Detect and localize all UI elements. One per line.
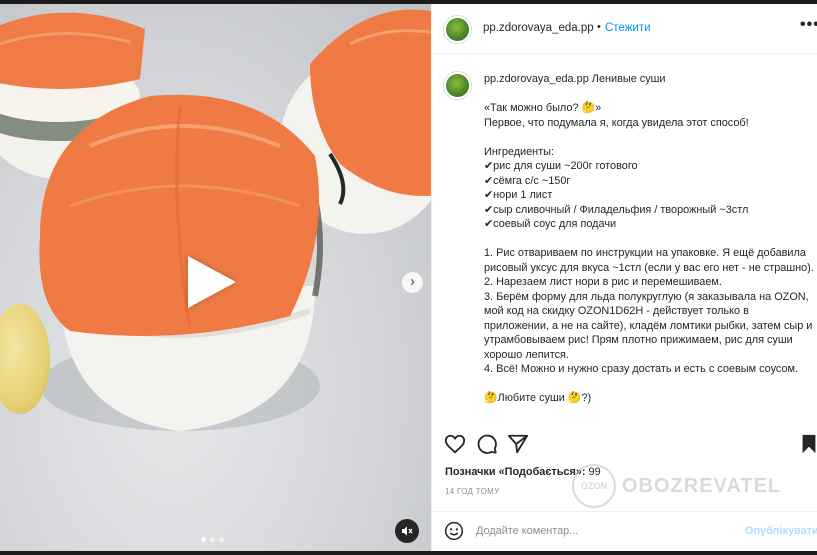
caption-line: Первое, что подумала я, когда увидела эт…	[484, 117, 749, 129]
caption-line: ✔нори 1 лист	[484, 189, 553, 201]
emoji-icon[interactable]	[444, 521, 464, 541]
header-username[interactable]: pp.zdorovaya_eda.pp	[483, 22, 594, 34]
watermark-text: OBOZREVATEL	[622, 474, 782, 497]
caption-line: рисовый уксус для вкуса ~1стл (если у ва…	[484, 262, 814, 274]
mute-icon[interactable]	[395, 519, 419, 543]
caption-line: 1. Рис отвариваем по инструкции на упако…	[484, 247, 806, 259]
caption-line: 4. Всё! Можно и нужно сразу достать и ес…	[484, 363, 799, 375]
caption-line: хорошо лепится.	[484, 349, 569, 361]
caption-line: ✔рис для суши ~200г готового	[484, 160, 638, 172]
caption-title: Ленивые суши	[591, 73, 666, 85]
caption-header: pp.zdorovaya_eda.pp Ленивые суши	[484, 72, 666, 86]
carousel-dots	[201, 537, 224, 542]
caption-line: 🤔Любите суши 🤔?)	[484, 392, 592, 404]
carousel-dot	[201, 537, 206, 542]
comment-input[interactable]: Додайте коментар...	[476, 525, 578, 537]
caption-line: ✔сыр сливочный / Филадельфия / творожный…	[484, 204, 749, 216]
post-comment-button[interactable]: Опублікувати	[745, 525, 817, 537]
caption-line: приложении, а не на сайте), кладём ломти…	[484, 320, 813, 332]
carousel-dot	[219, 537, 224, 542]
caption-line: утрамбовываем рис! Прям плотно прижимаем…	[484, 334, 793, 346]
avatar[interactable]	[444, 72, 471, 99]
watermark: OZON OBOZREVATEL	[572, 464, 781, 508]
bookmark-icon[interactable]	[798, 433, 817, 455]
caption-line: ✔сёмга с/с ~150г	[484, 175, 571, 187]
follow-button[interactable]: Стежити	[605, 22, 651, 34]
comment-icon[interactable]	[476, 433, 498, 455]
watermark-logo: OZON	[572, 464, 616, 508]
action-bar	[432, 430, 817, 460]
caption-line: 3. Берём форму для льда полукруглую (я з…	[484, 291, 809, 303]
caption-line: «Так можно было? 🤔»	[484, 102, 602, 114]
heart-icon[interactable]	[444, 433, 466, 455]
caption-line: Ингредиенты:	[484, 146, 555, 158]
post-header: pp.zdorovaya_eda.pp • Стежити •••	[432, 4, 817, 54]
post-timestamp[interactable]: 14 ГОД ТОМУ	[445, 487, 500, 496]
header-separator: •	[597, 21, 601, 33]
caption-line: мой код на скидку OZON1D62H - действует …	[484, 305, 749, 317]
caption: pp.zdorovaya_eda.pp Ленивые суши «Так мо…	[432, 54, 817, 424]
caption-line: ✔соевый соус для подачи	[484, 218, 617, 230]
post-media-video[interactable]: ›	[0, 4, 431, 551]
play-icon[interactable]	[188, 256, 236, 308]
more-options-icon[interactable]: •••	[800, 16, 817, 34]
carousel-dot	[210, 537, 215, 542]
post-panel: pp.zdorovaya_eda.pp • Стежити ••• pp.zdo…	[431, 4, 817, 551]
likes-label: Позначки «Подобається»:	[445, 466, 586, 478]
sushi-piece-center	[39, 94, 323, 431]
comment-bar: Додайте коментар... Опублікувати	[432, 511, 817, 551]
share-icon[interactable]	[507, 433, 529, 455]
chevron-right-icon[interactable]: ›	[402, 272, 423, 293]
bottom-strip	[0, 551, 817, 555]
caption-line: 2. Нарезаем лист нори в рис и перемешива…	[484, 276, 722, 288]
caption-username[interactable]: pp.zdorovaya_eda.pp	[484, 73, 589, 85]
avatar[interactable]	[444, 16, 471, 43]
